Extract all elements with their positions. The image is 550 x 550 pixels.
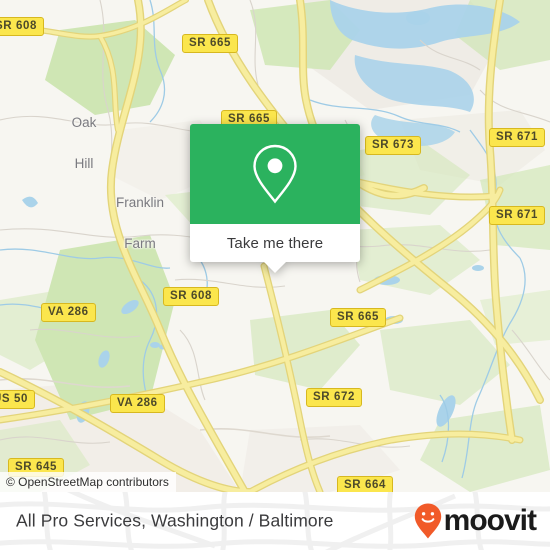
map-pin-icon	[253, 144, 297, 204]
road-shield-sr608-mid: SR 608	[163, 287, 219, 307]
road-shield-sr665-top: SR 665	[182, 34, 238, 54]
popup-image-area	[190, 124, 360, 224]
road-shield-us50: US 50	[0, 390, 35, 410]
road-shield-sr672: SR 672	[306, 388, 362, 408]
road-shield-va286-upper: VA 286	[41, 303, 96, 323]
location-title: All Pro Services, Washington / Baltimore	[16, 510, 334, 531]
place-label-line: Farm	[124, 235, 156, 251]
place-label-line: Oak	[71, 114, 97, 130]
moovit-pin-smiley-icon	[414, 503, 441, 539]
footer-bar: All Pro Services, Washington / Baltimore…	[0, 492, 550, 550]
road-shield-sr671-lower: SR 671	[489, 206, 545, 226]
map-viewport[interactable]: .w{fill:#aad3ea} .stream{fill:none;strok…	[0, 0, 550, 492]
road-shield-sr608-nw: SR 608	[0, 17, 44, 37]
place-label-franklin-farm: Franklin Farm	[100, 168, 180, 278]
popup-pointer-tail	[264, 262, 286, 273]
road-shield-sr664: SR 664	[337, 476, 393, 492]
place-label-line: Franklin	[115, 194, 164, 210]
take-me-there-button[interactable]: Take me there	[227, 235, 323, 252]
moovit-logo[interactable]: moovit	[413, 502, 537, 540]
popup-footer[interactable]: Take me there	[190, 224, 360, 273]
road-shield-sr673: SR 673	[365, 136, 421, 156]
road-shield-sr665-mid: SR 665	[330, 308, 386, 328]
map-screenshot: .w{fill:#aad3ea} .stream{fill:none;strok…	[0, 0, 550, 550]
location-popup-card[interactable]: Take me there	[190, 124, 360, 273]
road-shield-va286-lower: VA 286	[110, 394, 165, 414]
road-shield-sr671-upper: SR 671	[489, 128, 545, 148]
osm-attribution[interactable]: © OpenStreetMap contributors	[0, 472, 176, 492]
moovit-wordmark: moovit	[443, 504, 537, 537]
